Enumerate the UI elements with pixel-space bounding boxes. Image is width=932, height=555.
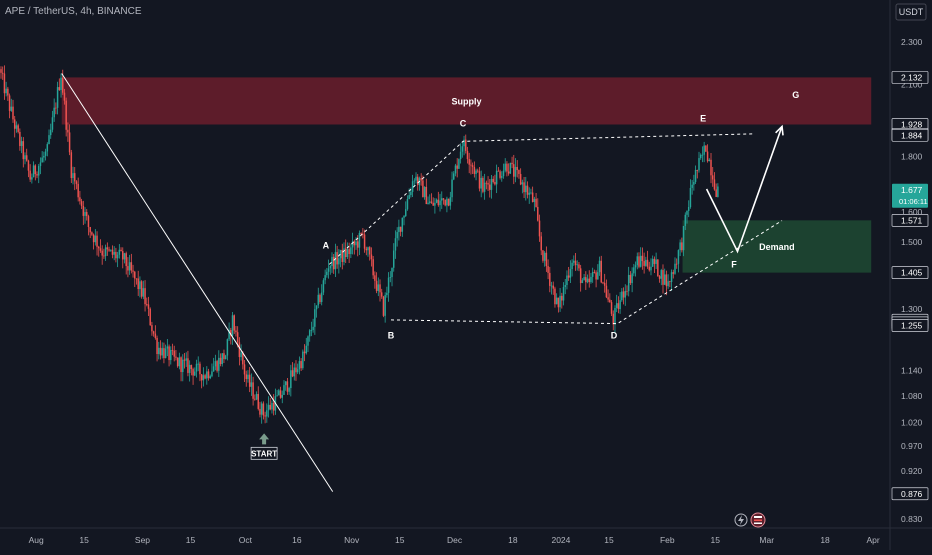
- price-label: 1.255: [901, 320, 923, 330]
- y-tick-label: 1.080: [901, 391, 923, 401]
- x-tick-label: Dec: [447, 535, 463, 545]
- wave-label-e: E: [700, 114, 706, 124]
- x-tick-label: Aug: [29, 535, 44, 545]
- wave-label-f: F: [731, 260, 737, 270]
- y-tick-label: 1.140: [901, 365, 923, 375]
- candle: [216, 359, 218, 373]
- candle: [458, 158, 460, 169]
- candle: [176, 357, 179, 368]
- candle: [149, 307, 151, 326]
- price-label: 1.884: [901, 130, 923, 140]
- y-tick-label: 2.300: [901, 37, 923, 47]
- demand-zone-label: Demand: [759, 242, 795, 252]
- x-tick-label: 15: [79, 535, 89, 545]
- candle: [610, 300, 613, 316]
- candle: [140, 280, 143, 299]
- lightning-icon[interactable]: [734, 513, 748, 527]
- candle: [482, 176, 484, 194]
- y-tick-label: 1.500: [901, 237, 923, 247]
- y-tick-label: 0.830: [901, 514, 923, 524]
- x-tick-label: Apr: [866, 535, 879, 545]
- x-tick-label: Nov: [344, 535, 360, 545]
- candle: [657, 259, 659, 277]
- y-tick-label: 1.020: [901, 418, 923, 428]
- y-tick-label: 0.920: [901, 466, 923, 476]
- current-price: 1.677: [901, 185, 923, 195]
- x-tick-label: Sep: [135, 535, 150, 545]
- currency-badge: USDT: [899, 7, 924, 17]
- wave-label-g: G: [792, 90, 799, 100]
- candle: [705, 145, 707, 153]
- price-label: 1.571: [901, 215, 923, 225]
- x-tick-label: 18: [508, 535, 518, 545]
- x-tick-label: Mar: [759, 535, 774, 545]
- y-tick-label: 1.800: [901, 152, 923, 162]
- price-label: 1.405: [901, 268, 923, 278]
- x-tick-label: Feb: [660, 535, 675, 545]
- chart-header: APE / TetherUS, 4h, BINANCE: [5, 6, 142, 17]
- price-label: 2.132: [901, 72, 923, 82]
- wave-label-c: C: [460, 118, 467, 128]
- candle: [447, 198, 450, 207]
- x-tick-label: 15: [604, 535, 614, 545]
- candlestick-chart[interactable]: SupplyDemand ABCDEFGSTART 2.3002.1001.80…: [0, 0, 932, 550]
- price-label: 0.876: [901, 489, 923, 499]
- x-tick-label: 18: [820, 535, 830, 545]
- y-tick-label: 0.970: [901, 441, 923, 451]
- chart-stage: Supply Demand A B C D E F G START 2.300 2.100 1.80…: [0, 0, 932, 550]
- x-tick-label: 2024: [551, 535, 570, 545]
- supply-zone-label: Supply: [451, 96, 481, 106]
- x-tick-label: 15: [711, 535, 721, 545]
- start-label: START: [251, 449, 277, 458]
- wave-label-d: D: [611, 331, 618, 341]
- wave-label-a: A: [323, 240, 330, 250]
- wave-label-b: B: [388, 331, 395, 341]
- x-tick-label: 15: [395, 535, 405, 545]
- flag-event-icon[interactable]: [750, 512, 766, 528]
- candle: [444, 199, 446, 207]
- y-tick-label: 1.300: [901, 304, 923, 314]
- candle: [509, 162, 512, 174]
- candle: [302, 349, 304, 370]
- candle-countdown: 01:06:11: [899, 197, 928, 206]
- x-tick-label: 15: [186, 535, 196, 545]
- x-tick-label: 16: [292, 535, 302, 545]
- candle: [382, 295, 385, 318]
- x-tick-label: Oct: [239, 535, 253, 545]
